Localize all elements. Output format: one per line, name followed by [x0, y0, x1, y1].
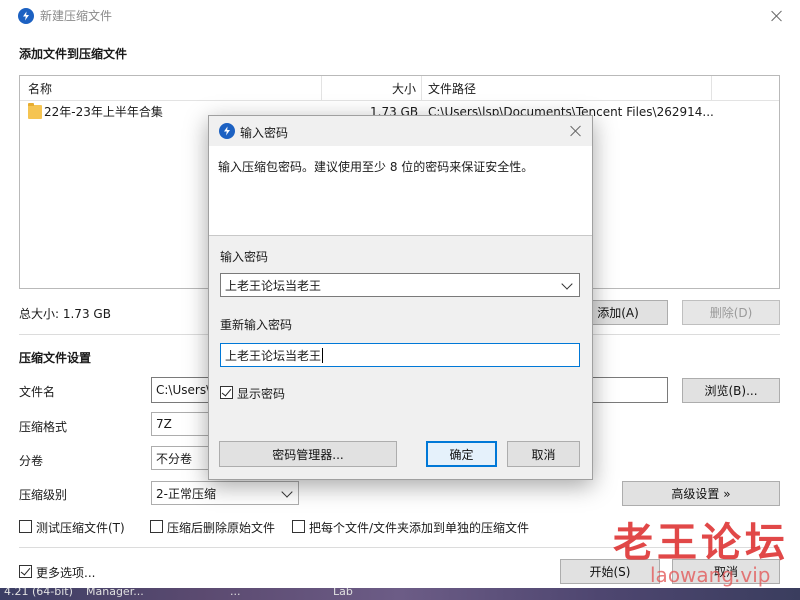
folder-icon [28, 103, 42, 119]
taskbar-item[interactable]: Manager... [86, 588, 144, 598]
taskbar-item[interactable]: 4.21 (64-bit) [4, 588, 73, 598]
column-size[interactable]: 大小 [392, 81, 416, 97]
format-label: 压缩格式 [19, 420, 68, 434]
close-icon[interactable] [769, 8, 785, 24]
title-bar: 新建压缩文件 [0, 0, 800, 32]
watermark-text: 老王论坛 [613, 519, 789, 566]
separate-archives-label: 把每个文件/文件夹添加到单独的压缩文件 [309, 521, 530, 535]
password-label: 输入密码 [220, 250, 269, 264]
taskbar: 4.21 (64-bit) Manager... ... Lab [0, 588, 800, 600]
dialog-cancel-button[interactable]: 取消 [507, 441, 580, 467]
password-manager-button[interactable]: 密码管理器... [219, 441, 397, 467]
file-name: 22年-23年上半年合集 [44, 105, 163, 119]
test-archive-label: 测试压缩文件(T) [36, 521, 125, 535]
total-size: 总大小: 1.73 GB [19, 307, 111, 321]
ok-button[interactable]: 确定 [426, 441, 497, 467]
show-password-label[interactable]: 显示密码 [237, 385, 285, 402]
filename-label: 文件名 [19, 385, 56, 399]
dialog-title-bar: 输入密码 [209, 116, 592, 146]
watermark-url: laowang.vip [650, 563, 771, 587]
level-label: 压缩级别 [19, 488, 68, 502]
confirm-password-input[interactable]: 上老王论坛当老王 [220, 343, 580, 367]
delete-originals-label: 压缩后删除原始文件 [167, 521, 276, 535]
dialog-instruction: 输入压缩包密码。建议使用至少 8 位的密码来保证安全性。 [218, 160, 534, 174]
separate-archives-checkbox[interactable] [292, 520, 305, 533]
delete-button[interactable]: 删除(D) [682, 300, 780, 325]
dialog-body: 输入密码 上老王论坛当老王 重新输入密码 上老王论坛当老王 显示密码 密码管理器… [209, 236, 592, 479]
chevron-down-icon [281, 486, 293, 498]
more-options-label[interactable]: 更多选项... [36, 564, 95, 581]
text-caret [322, 347, 324, 363]
split-label: 分卷 [19, 454, 44, 468]
column-path[interactable]: 文件路径 [428, 81, 476, 97]
app-logo-icon [219, 123, 235, 139]
password-dialog: 输入密码 输入压缩包密码。建议使用至少 8 位的密码来保证安全性。 输入密码 上… [208, 115, 593, 480]
show-password-checkbox[interactable] [220, 386, 233, 399]
column-name[interactable]: 名称 [28, 81, 52, 97]
browse-button[interactable]: 浏览(B)... [682, 378, 780, 403]
file-list-header: 名称 大小 文件路径 [20, 76, 779, 101]
dialog-instruction-area: 输入压缩包密码。建议使用至少 8 位的密码来保证安全性。 [209, 146, 592, 236]
chevron-down-icon[interactable] [561, 278, 573, 290]
delete-originals-checkbox[interactable] [150, 520, 163, 533]
level-select[interactable]: 2-正常压缩 [151, 481, 299, 505]
taskbar-item[interactable]: ... [230, 588, 241, 598]
close-icon[interactable] [568, 123, 584, 139]
confirm-password-label: 重新输入密码 [220, 318, 293, 332]
window-title: 新建压缩文件 [40, 9, 113, 23]
add-files-heading: 添加文件到压缩文件 [19, 47, 128, 61]
password-input[interactable]: 上老王论坛当老王 [220, 273, 580, 297]
advanced-settings-button[interactable]: 高级设置 » [622, 481, 780, 506]
dialog-title: 输入密码 [240, 126, 289, 140]
app-logo-icon [18, 8, 34, 24]
more-options-checkbox[interactable] [19, 565, 32, 578]
test-archive-checkbox[interactable] [19, 520, 32, 533]
settings-heading: 压缩文件设置 [19, 351, 92, 365]
taskbar-item[interactable]: Lab [333, 588, 353, 598]
